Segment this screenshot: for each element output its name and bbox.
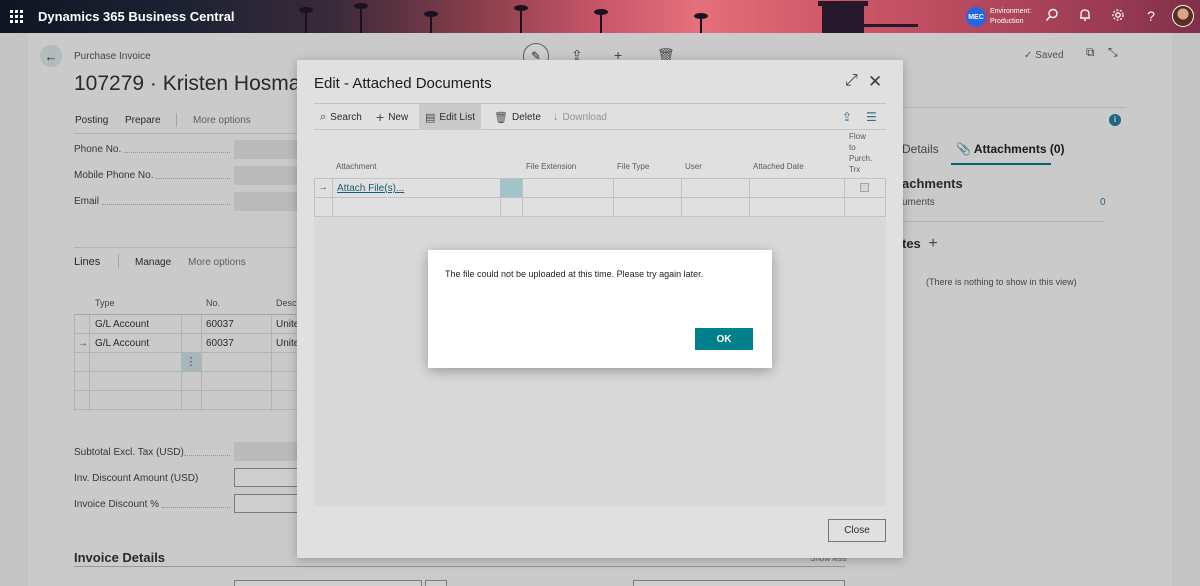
- bell-icon[interactable]: [1077, 8, 1093, 24]
- app-launcher-icon[interactable]: [10, 10, 23, 23]
- search-icon[interactable]: [1044, 8, 1060, 24]
- help-icon[interactable]: ?: [1143, 8, 1159, 24]
- lifeguard-tower-decoration: [818, 1, 868, 33]
- error-message-dialog: The file could not be uploaded at this t…: [428, 250, 772, 368]
- palm-decoration: [594, 9, 608, 33]
- palm-decoration: [424, 11, 438, 33]
- avatar[interactable]: [1172, 5, 1194, 27]
- ok-button[interactable]: OK: [695, 328, 753, 350]
- environment-label: Environment:: [990, 8, 1032, 15]
- palm-decoration: [354, 3, 368, 33]
- rail-decoration: [862, 24, 918, 27]
- palm-decoration: [514, 5, 528, 33]
- environment-name: Production: [990, 18, 1024, 25]
- app-bar: Dynamics 365 Business Central MEC Enviro…: [0, 0, 1200, 33]
- gear-icon[interactable]: [1110, 8, 1126, 24]
- app-title[interactable]: Dynamics 365 Business Central: [38, 9, 235, 24]
- palm-decoration: [694, 13, 708, 33]
- palm-decoration: [299, 7, 313, 33]
- error-message-text: The file could not be uploaded at this t…: [445, 269, 704, 279]
- environment-badge[interactable]: MEC: [966, 7, 986, 27]
- environment-info[interactable]: Environment: Production: [990, 7, 1031, 27]
